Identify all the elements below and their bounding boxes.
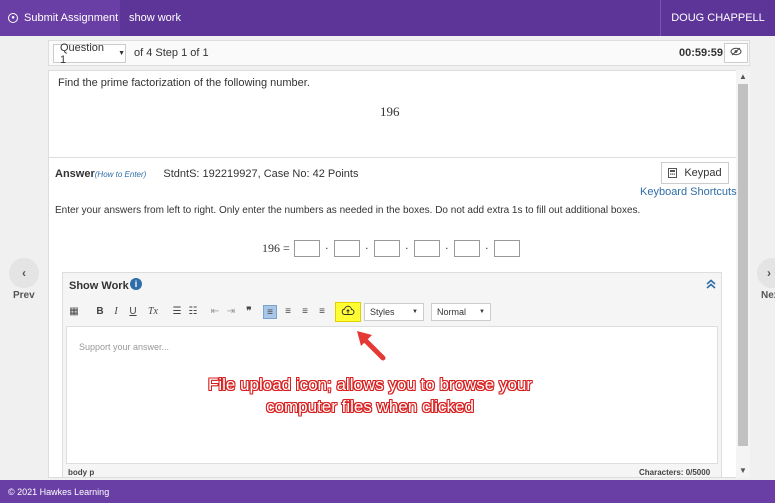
clear-format-icon[interactable]: Tx (146, 305, 160, 319)
align-center-icon[interactable]: ≡ (281, 305, 295, 319)
multiply-dot: · (444, 241, 449, 255)
bulleted-list-icon[interactable]: ☷ (186, 305, 200, 319)
info-icon[interactable]: i (130, 278, 142, 290)
footer: © 2021 Hawkes Learning (0, 480, 775, 503)
show-work-title: Show Work (69, 280, 129, 292)
answer-box[interactable] (373, 240, 400, 257)
annotation-text: File upload icon; allows you to browse y… (160, 374, 580, 418)
bold-icon[interactable]: B (94, 305, 106, 319)
annotation-line-2: computer files when clicked (266, 397, 474, 416)
numbered-list-icon[interactable]: ☰ (170, 305, 184, 319)
equation-lhs: 196 = (262, 241, 290, 255)
chevron-down-icon: ▼ (479, 309, 485, 315)
styles-dropdown-value: Styles (370, 307, 395, 317)
chevron-double-up-icon[interactable] (706, 279, 716, 292)
keyboard-shortcuts-link[interactable]: Keyboard Shortcuts (640, 186, 737, 198)
submit-assignment-button[interactable]: ● Submit Assignment (0, 0, 120, 36)
answer-box[interactable] (293, 240, 320, 257)
italic-icon[interactable]: I (110, 305, 122, 319)
question-bar: Question 1 ▼ of 4 Step 1 of 1 00:59:59 (48, 40, 750, 66)
keypad-label: Keypad (684, 167, 722, 179)
calculator-icon (668, 168, 678, 178)
eye-slash-icon (730, 47, 742, 59)
keypad-button[interactable]: Keypad (661, 162, 729, 184)
answer-equation: 196 = · · · · · (262, 240, 520, 257)
chevron-down-icon: ▼ (118, 50, 125, 57)
answer-box[interactable] (413, 240, 440, 257)
multiply-dot: · (364, 241, 369, 255)
element-path: body p (68, 468, 95, 477)
chevron-down-icon: ▼ (412, 309, 418, 315)
annotation-line-1: File upload icon; allows you to browse y… (207, 375, 533, 394)
answer-instructions: Enter your answers from left to right. O… (55, 205, 641, 216)
multiply-dot: · (404, 241, 409, 255)
cloud-upload-icon (341, 303, 355, 321)
align-justify-icon[interactable]: ≡ (315, 305, 329, 319)
multiply-dot: · (324, 241, 329, 255)
answer-header: Answer(How to Enter) StdntS: 192219927, … (55, 168, 358, 180)
user-name: DOUG CHAPPELL (671, 12, 765, 24)
chevron-right-icon: › (767, 266, 771, 280)
editor-placeholder: Support your answer... (79, 342, 170, 352)
answer-label: Answer (55, 168, 95, 180)
show-work-label: show work (129, 12, 181, 24)
submit-icon: ● (8, 13, 18, 23)
scroll-down-icon[interactable]: ▼ (736, 466, 750, 478)
blockquote-icon[interactable]: ❞ (242, 305, 256, 319)
next-button[interactable]: › (757, 258, 775, 288)
align-left-icon[interactable]: ≡ (263, 305, 277, 319)
top-bar: ● Submit Assignment show work DOUG CHAPP… (0, 0, 775, 36)
prev-button[interactable]: ‹ (9, 258, 39, 288)
scroll-up-icon[interactable]: ▲ (736, 72, 750, 84)
answer-box[interactable] (333, 240, 360, 257)
question-prompt: Find the prime factorization of the foll… (58, 77, 310, 89)
show-work-tab[interactable]: show work (120, 0, 660, 36)
student-info: StdntS: 192219927, Case No: 42 Points (163, 168, 359, 180)
how-to-enter-link[interactable]: (How to Enter) (95, 170, 147, 179)
user-menu[interactable]: DOUG CHAPPELL (660, 0, 775, 36)
underline-icon[interactable]: U (127, 305, 139, 319)
submit-label: Submit Assignment (24, 12, 119, 24)
multiply-dot: · (484, 241, 489, 255)
next-label: Next (761, 290, 775, 301)
outdent-icon[interactable]: ⇤ (208, 305, 222, 319)
align-right-icon[interactable]: ≡ (298, 305, 312, 319)
format-dropdown-value: Normal (437, 307, 467, 317)
answer-box[interactable] (493, 240, 520, 257)
character-count: Characters: 0/5000 (639, 468, 711, 477)
indent-icon[interactable]: ⇥ (224, 305, 238, 319)
chevron-left-icon: ‹ (22, 266, 26, 280)
arrow-icon (354, 328, 388, 367)
scroll-thumb[interactable] (738, 84, 748, 446)
answer-box[interactable] (453, 240, 480, 257)
hide-timer-button[interactable] (724, 43, 748, 63)
question-select-value: Question 1 (60, 41, 105, 66)
step-text: of 4 Step 1 of 1 (134, 47, 209, 59)
copyright: © 2021 Hawkes Learning (8, 486, 110, 497)
question-number: 196 (380, 104, 400, 119)
question-select[interactable]: Question 1 ▼ (53, 41, 126, 66)
prev-label: Prev (13, 290, 35, 301)
format-dropdown[interactable]: Normal ▼ (431, 303, 491, 321)
source-icon[interactable]: ▦ (68, 305, 80, 319)
file-upload-button[interactable] (335, 302, 361, 322)
divider (48, 157, 736, 158)
timer: 00:59:59 (679, 47, 724, 59)
styles-dropdown[interactable]: Styles ▼ (364, 303, 424, 321)
